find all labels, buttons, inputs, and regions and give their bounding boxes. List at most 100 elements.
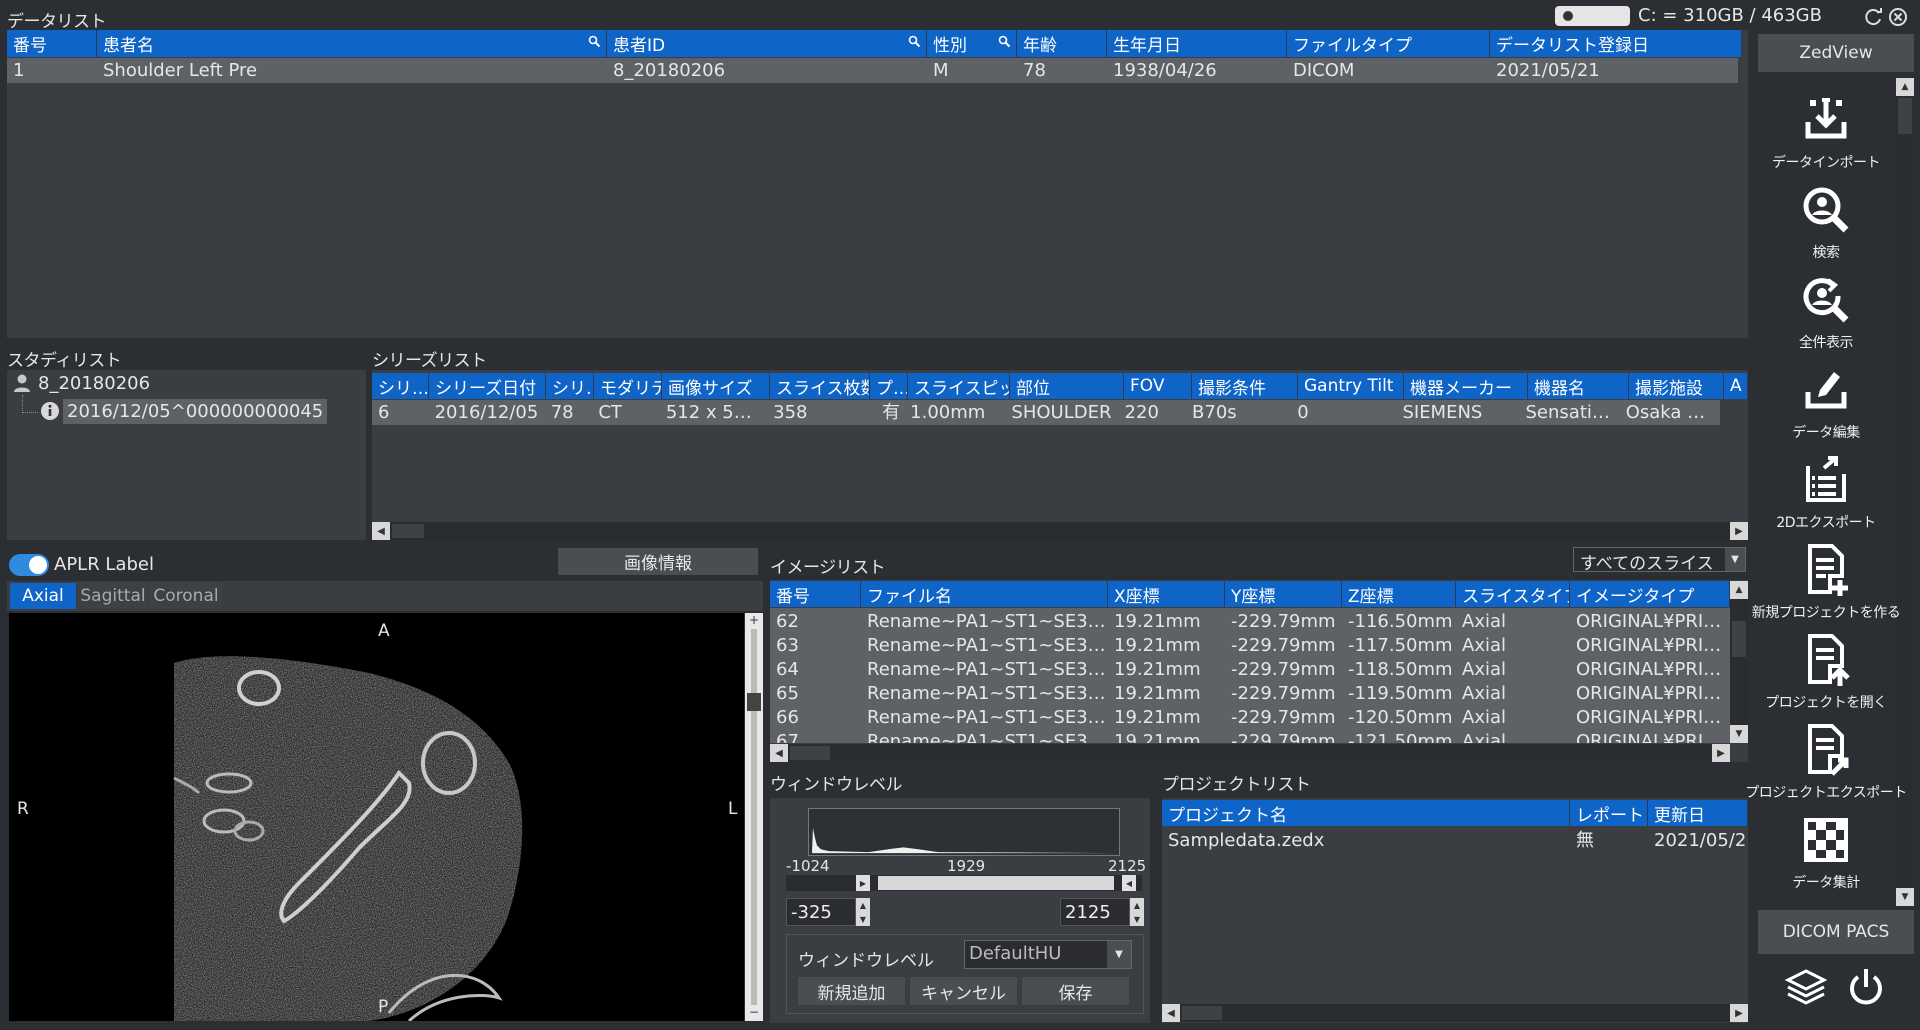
col-birthdate[interactable]: 生年月日 <box>1107 30 1287 57</box>
col-age[interactable]: 年齢 <box>1017 30 1107 57</box>
minimize-icon[interactable] <box>1864 7 1884 27</box>
sidebar-item-2d-export[interactable]: 2Dエクスポート <box>1760 452 1892 532</box>
sidebar-item-data-aggregate[interactable]: データ集計 <box>1760 812 1892 892</box>
scroll-right-icon[interactable]: ▶ <box>1730 522 1748 540</box>
chevron-down-icon[interactable]: ▼ <box>1107 941 1131 968</box>
high-up-icon[interactable]: ▲ <box>1130 898 1144 912</box>
table-row[interactable]: 1 Shoulder Left Pre 8_20180206 M 78 1938… <box>7 58 1738 83</box>
col-manufacturer[interactable]: 機器メーカー <box>1404 373 1528 399</box>
scroll-up-icon[interactable]: ▲ <box>1730 581 1748 599</box>
col-series-date[interactable]: シリーズ日付 <box>429 373 546 399</box>
col-body-part[interactable]: 部位 <box>1010 373 1124 399</box>
zoom-in-icon[interactable]: + <box>745 613 763 627</box>
slice-thumb[interactable] <box>747 693 761 711</box>
col-slice-count[interactable]: スライス枚数 <box>770 373 870 399</box>
slider-low-handle[interactable]: ▶ <box>856 875 870 891</box>
close-icon[interactable] <box>1888 7 1908 27</box>
preset-select[interactable]: DefaultHU ▼ <box>964 940 1132 969</box>
window-high-input[interactable]: 2125 <box>1060 898 1130 926</box>
slice-scrollbar[interactable]: + − <box>745 613 763 1021</box>
scroll-left-icon[interactable]: ◀ <box>372 522 390 540</box>
disk-toggle[interactable] <box>1555 6 1630 26</box>
scroll-up-icon[interactable]: ▲ <box>1896 78 1914 96</box>
col-series-count[interactable]: シリ… <box>546 373 594 399</box>
search-icon[interactable] <box>998 35 1012 49</box>
table-row[interactable]: 63 Rename~PA1~ST1~SE3… 19.21mm -229.79mm -11… <box>770 634 1730 658</box>
col-image-size[interactable]: 画像サイズ <box>662 373 770 399</box>
table-row[interactable]: 62 Rename~PA1~ST1~SE3… 19.21mm -229.79mm -11… <box>770 610 1730 634</box>
sidebar-item-project-export[interactable]: プロジェクトエクスポート <box>1745 722 1907 802</box>
col-image-number[interactable]: 番号 <box>770 581 861 607</box>
col-series-number[interactable]: シリ… <box>372 373 429 399</box>
col-patient-name[interactable]: 患者名 <box>97 30 607 57</box>
col-extra[interactable]: A <box>1724 373 1748 399</box>
tab-coronal[interactable]: Coronal <box>150 583 222 609</box>
scroll-right-icon[interactable]: ▶ <box>1730 1004 1748 1022</box>
col-slice-pitch[interactable]: スライスピッチ <box>908 373 1010 399</box>
aplr-toggle[interactable] <box>9 554 49 576</box>
image-list-hscroll[interactable]: ◀ ▶ <box>770 744 1730 762</box>
series-hscroll[interactable]: ◀ ▶ <box>372 522 1748 540</box>
sidebar-item-data-edit[interactable]: データ編集 <box>1760 362 1892 442</box>
save-button[interactable]: 保存 <box>1022 977 1129 1005</box>
sidebar-item-open-project[interactable]: プロジェクトを開く <box>1760 632 1892 712</box>
col-register-date[interactable]: データリスト登録日 <box>1490 30 1742 57</box>
col-slice-type[interactable]: スライスタイプ <box>1456 581 1570 607</box>
scroll-left-icon[interactable]: ◀ <box>770 744 788 762</box>
col-preview[interactable]: プ… <box>870 373 908 399</box>
table-row[interactable]: 64 Rename~PA1~ST1~SE3… 19.21mm -229.79mm -11… <box>770 658 1730 682</box>
search-icon[interactable] <box>588 35 602 49</box>
scroll-thumb[interactable] <box>392 524 424 538</box>
col-file-name[interactable]: ファイル名 <box>861 581 1108 607</box>
col-modality[interactable]: モダリティ <box>594 373 662 399</box>
col-scan-condition[interactable]: 撮影条件 <box>1192 373 1298 399</box>
add-preset-button[interactable]: 新規追加 <box>798 977 905 1005</box>
scroll-down-icon[interactable]: ▼ <box>1896 888 1914 906</box>
table-row[interactable]: Sampledata.zedx 無 2021/05/2 <box>1162 828 1748 853</box>
low-up-icon[interactable]: ▲ <box>856 898 870 912</box>
scroll-thumb[interactable] <box>1732 621 1746 657</box>
col-facility[interactable]: 撮影施設 <box>1629 373 1724 399</box>
high-down-icon[interactable]: ▼ <box>1130 912 1144 926</box>
slice-filter-select[interactable]: すべてのスライス ▼ <box>1573 547 1746 574</box>
scroll-down-icon[interactable]: ▼ <box>1730 725 1748 743</box>
sidebar-item-new-project[interactable]: 新規プロジェクトを作る <box>1752 542 1901 622</box>
study-node-selected[interactable]: 2016/12/05^000000000045 <box>63 399 328 424</box>
table-row[interactable]: 65 Rename~PA1~ST1~SE3… 19.21mm -229.79mm -11… <box>770 682 1730 706</box>
col-report[interactable]: レポート <box>1570 800 1648 826</box>
col-file-type[interactable]: ファイルタイプ <box>1287 30 1490 57</box>
low-down-icon[interactable]: ▼ <box>856 912 870 926</box>
scroll-thumb[interactable] <box>1182 1006 1222 1020</box>
col-updated[interactable]: 更新日 <box>1648 800 1748 826</box>
col-number[interactable]: 番号 <box>7 30 97 57</box>
sidebar-item-show-all[interactable]: 全件表示 <box>1760 272 1892 352</box>
sidebar-item-search[interactable]: 検索 <box>1760 182 1892 262</box>
col-z[interactable]: Z座標 <box>1342 581 1456 607</box>
power-icon[interactable] <box>1844 965 1888 1009</box>
scroll-right-icon[interactable]: ▶ <box>1712 744 1730 762</box>
image-list-vscroll[interactable]: ▲ ▼ <box>1730 581 1748 743</box>
table-row[interactable]: 66 Rename~PA1~ST1~SE3… 19.21mm -229.79mm -12… <box>770 706 1730 730</box>
col-device-name[interactable]: 機器名 <box>1528 373 1629 399</box>
table-row[interactable]: 67 Rename~PA1~ST1~SE3… 19.21mm -229.79mm -12… <box>770 730 1730 743</box>
col-fov[interactable]: FOV <box>1124 373 1192 399</box>
search-icon[interactable] <box>908 35 922 49</box>
dicom-pacs-button[interactable]: DICOM PACS <box>1758 910 1914 954</box>
col-image-type[interactable]: イメージタイプ <box>1570 581 1730 607</box>
slider-high-handle[interactable]: ◀ <box>1122 875 1136 891</box>
sidebar-item-data-import[interactable]: データインポート <box>1760 92 1892 172</box>
ct-viewport[interactable]: A P R L <box>9 613 744 1021</box>
window-range-slider[interactable]: ▶ ◀ <box>786 875 1142 891</box>
zoom-out-icon[interactable]: − <box>745 1005 763 1019</box>
scroll-thumb[interactable] <box>1898 98 1912 134</box>
cancel-button[interactable]: キャンセル <box>910 977 1017 1005</box>
scroll-thumb[interactable] <box>790 746 830 760</box>
window-low-input[interactable]: -325 <box>786 898 856 926</box>
col-gantry-tilt[interactable]: Gantry Tilt <box>1298 373 1404 399</box>
tab-sagittal[interactable]: Sagittal <box>78 583 148 609</box>
table-row[interactable]: 6 2016/12/05 78 CT 512 x 512 358 有 1.00m… <box>372 400 1720 425</box>
layers-icon[interactable] <box>1784 965 1828 1009</box>
col-x[interactable]: X座標 <box>1108 581 1225 607</box>
col-patient-id[interactable]: 患者ID <box>607 30 927 57</box>
scroll-left-icon[interactable]: ◀ <box>1162 1004 1180 1022</box>
